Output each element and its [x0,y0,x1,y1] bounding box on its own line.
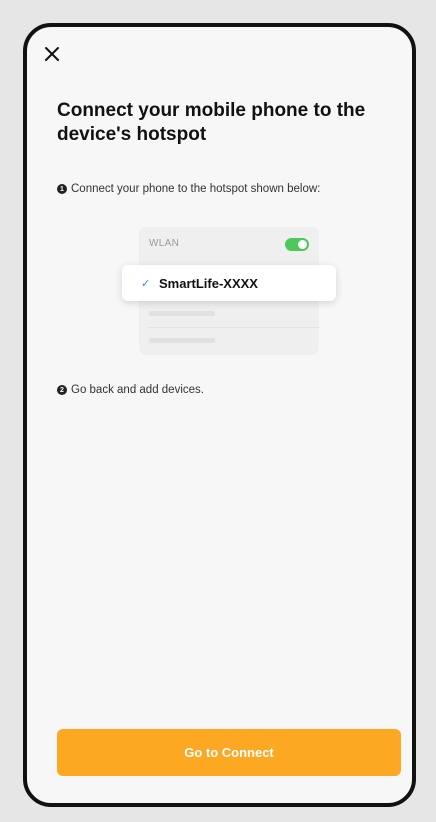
divider [149,327,319,328]
step-1: 1 Connect your phone to the hotspot show… [57,183,320,195]
checkmark-icon: ✓ [141,277,151,290]
placeholder-bar [149,338,215,343]
network-name: SmartLife-XXXX [159,275,258,291]
wlan-label: WLAN [149,238,180,249]
close-icon [45,47,59,61]
step-number-badge: 1 [57,184,67,194]
step-number-badge: 2 [57,385,67,395]
phone-frame: Connect your mobile phone to the device'… [23,23,416,807]
step-2: 2 Go back and add devices. [57,384,204,396]
selected-network-card: ✓ SmartLife-XXXX [122,265,336,301]
step-text: Connect your phone to the hotspot shown … [71,183,321,195]
toggle-knob [298,240,307,249]
page-title: Connect your mobile phone to the device'… [57,100,366,145]
go-to-connect-button[interactable]: Go to Connect [57,729,401,776]
wlan-toggle [285,238,309,251]
close-button[interactable] [39,41,65,67]
step-text: Go back and add devices. [71,384,204,396]
placeholder-bar [149,311,215,316]
